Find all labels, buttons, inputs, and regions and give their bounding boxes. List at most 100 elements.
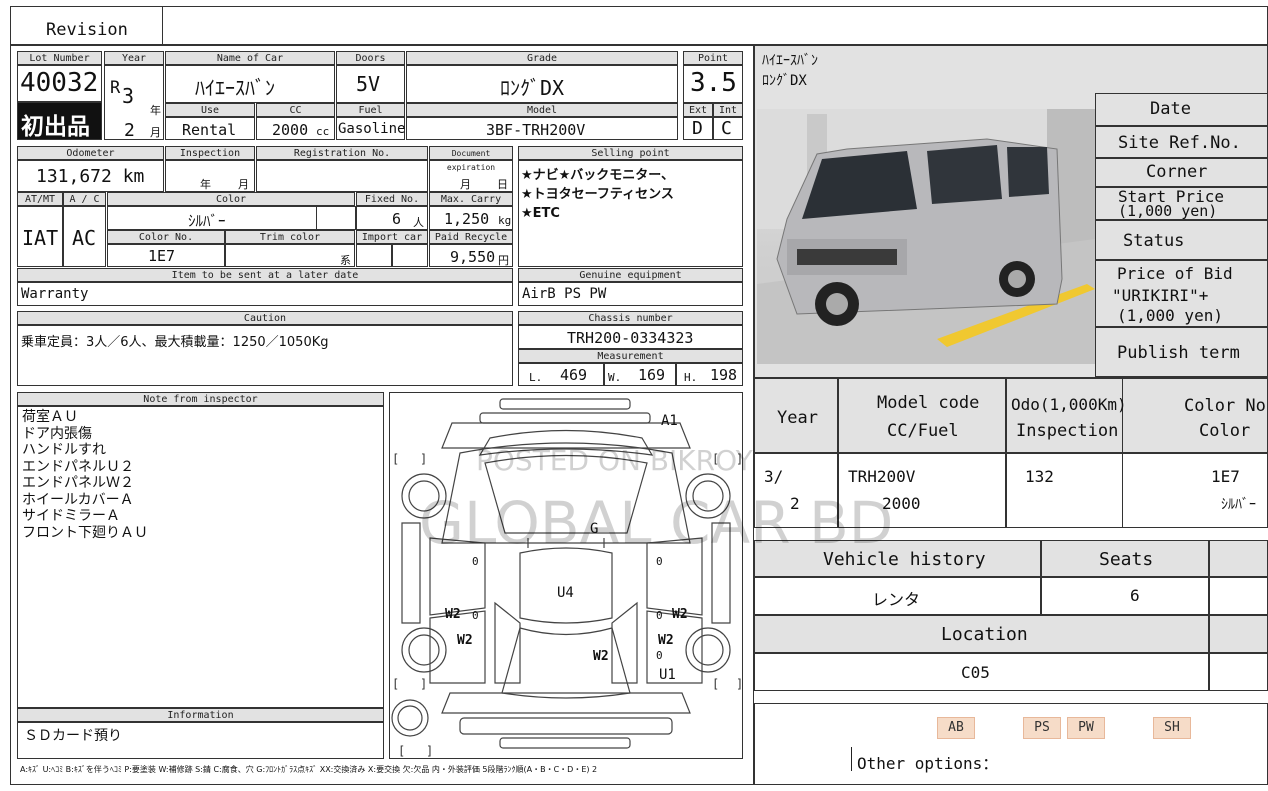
odo-col-header-1: Odo(1,000Km) <box>1011 395 1127 414</box>
mark-zero-5: 0 <box>656 649 663 662</box>
legend-text: A:ｷｽﾞ U:ﾍｺﾐ B:ｷｽﾞを伴うﾍｺﾐ P:要塗装 W:補修跡 S:錆 … <box>20 765 598 774</box>
mark-w2-d: W2 <box>658 633 674 648</box>
ac-value: AC <box>72 226 97 250</box>
odometer-value: 131,672 km <box>36 166 145 187</box>
trim-cell <box>225 244 355 267</box>
year-header: Year <box>104 51 164 65</box>
fuel-value: Gasoline <box>338 121 406 137</box>
import-cell <box>356 244 392 267</box>
date-label: Date <box>1150 99 1191 119</box>
measure-l-value: 469 <box>560 366 588 384</box>
caution-value: 乗車定員：3人／6人、最大積載量：1250／1050Kg <box>21 335 329 350</box>
grade-header: Grade <box>406 51 678 65</box>
color-col-header-2: Color <box>1199 421 1251 441</box>
odometer-header: Odometer <box>17 146 164 160</box>
right-title-line1: ﾊｲｴｰｽﾊﾞﾝ <box>762 53 818 69</box>
ext-value: D <box>692 118 703 139</box>
model-code-val: TRH200V <box>848 467 916 486</box>
recycle-unit: 円 <box>498 254 509 267</box>
ac-header: A / C <box>63 192 106 206</box>
options-cursor-bar <box>851 747 852 771</box>
measure-h-label: H. <box>684 371 698 384</box>
use-header: Use <box>165 103 255 117</box>
inspection-nen: 年 <box>200 178 211 191</box>
year-nen: 年 <box>150 104 161 117</box>
measure-w-label: W. <box>608 371 622 384</box>
car-name: ﾊｲｴｰｽﾊﾞﾝ <box>195 76 275 100</box>
atmt-value: IAT <box>22 226 59 250</box>
option-badge-ps: PS <box>1023 717 1061 739</box>
svg-text:[: [ <box>392 452 399 466</box>
doc-hi: 日 <box>497 178 508 191</box>
site-ref-label: Site Ref.No. <box>1118 133 1241 153</box>
seats-value: 6 <box>1130 586 1140 605</box>
recycle-header: Paid Recycle <box>429 230 513 244</box>
colorno-value: 1E7 <box>148 247 176 265</box>
grade-value: ﾛﾝｸﾞDX <box>500 76 565 100</box>
lot-number-header: Lot Number <box>17 51 102 65</box>
seats-val-cell <box>1041 577 1209 615</box>
doc-tsuki: 月 <box>460 178 471 191</box>
doors-header: Doors <box>336 51 405 65</box>
fixed-header: Fixed No. <box>356 192 428 206</box>
odo-col-header-2: Inspection <box>1016 421 1119 441</box>
fixed-unit: 人 <box>413 216 424 229</box>
info-header: Information <box>17 708 384 722</box>
year-era: R <box>110 78 121 98</box>
registration-cell <box>256 160 428 192</box>
cc-value: 2000 <box>272 121 309 139</box>
point-value: 3.5 <box>690 68 737 98</box>
chassis-value: TRH200-0334323 <box>567 329 694 347</box>
note-text: 荷室ＡＵ ドア内張傷 ハンドルすれ エンドパネルＵ２ エンドパネルＷ２ ホイール… <box>22 409 148 541</box>
point-header: Point <box>683 51 743 65</box>
car-photo-illustration <box>757 109 1095 364</box>
year-val-1: 3/ <box>764 467 784 486</box>
colorno-header: Color No. <box>107 230 225 244</box>
trim-unit: 系 <box>340 254 351 267</box>
status-label: Status <box>1123 231 1185 251</box>
maxcarry-header: Max. Carry <box>429 192 513 206</box>
revision-bar <box>10 6 1268 45</box>
location-label: Location <box>941 624 1028 645</box>
watermark-posted: POSTED ON BIKROY <box>476 444 753 477</box>
seats-extra-cell <box>1209 577 1268 615</box>
svg-text:]: ] <box>736 677 742 691</box>
measure-l-label: L. <box>529 371 543 384</box>
inspection-tsuki: 月 <box>238 178 249 191</box>
model-code-col-header-1: Model code <box>877 393 980 413</box>
svg-text:]: ] <box>420 677 427 691</box>
publish-label: Publish term <box>1117 343 1240 363</box>
location-val-extra <box>1209 653 1268 691</box>
selling-point-header: Selling point <box>518 146 743 160</box>
mark-zero-4: 0 <box>656 609 663 622</box>
maxcarry-unit: kg <box>498 214 512 227</box>
ext-header: Ext <box>683 103 713 117</box>
int-header: Int <box>713 103 743 117</box>
option-badge-pw: PW <box>1067 717 1105 739</box>
registration-header: Registration No. <box>256 146 428 160</box>
doc-expiration-header: Document expiration <box>429 146 513 172</box>
month-tsuki: 月 <box>150 126 161 139</box>
svg-text:]: ] <box>420 452 427 466</box>
caution-header: Caution <box>17 311 513 325</box>
odo-col-header-cell <box>1006 378 1123 453</box>
color-no-val: 1E7 <box>1211 467 1240 486</box>
cc-header: CC <box>256 103 335 117</box>
mark-u4: U4 <box>557 585 574 601</box>
name-header: Name of Car <box>165 51 335 65</box>
recycle-value: 9,550 <box>450 248 496 266</box>
info-value: ＳＤカード預り <box>24 728 122 744</box>
selling-point-text: ★ナビ★バックモニター、 ★トヨタセーフティセンス ★ETC <box>521 168 675 221</box>
genuine-value: AirB PS PW <box>522 286 607 302</box>
month-value: 2 <box>124 120 135 141</box>
genuine-header: Genuine equipment <box>518 268 743 282</box>
model-col-header-cell <box>838 378 1006 453</box>
cc-unit: cc <box>316 125 330 138</box>
inspection-header: Inspection <box>165 146 255 160</box>
color-col-header-1: Color No. <box>1184 396 1268 416</box>
mark-w2-e: W2 <box>593 649 609 664</box>
color-cell-extra <box>316 206 356 230</box>
history-value: レンタ <box>872 590 921 609</box>
color-val: ｼﾙﾊﾞｰ <box>1221 497 1256 513</box>
location-value: C05 <box>961 663 990 682</box>
